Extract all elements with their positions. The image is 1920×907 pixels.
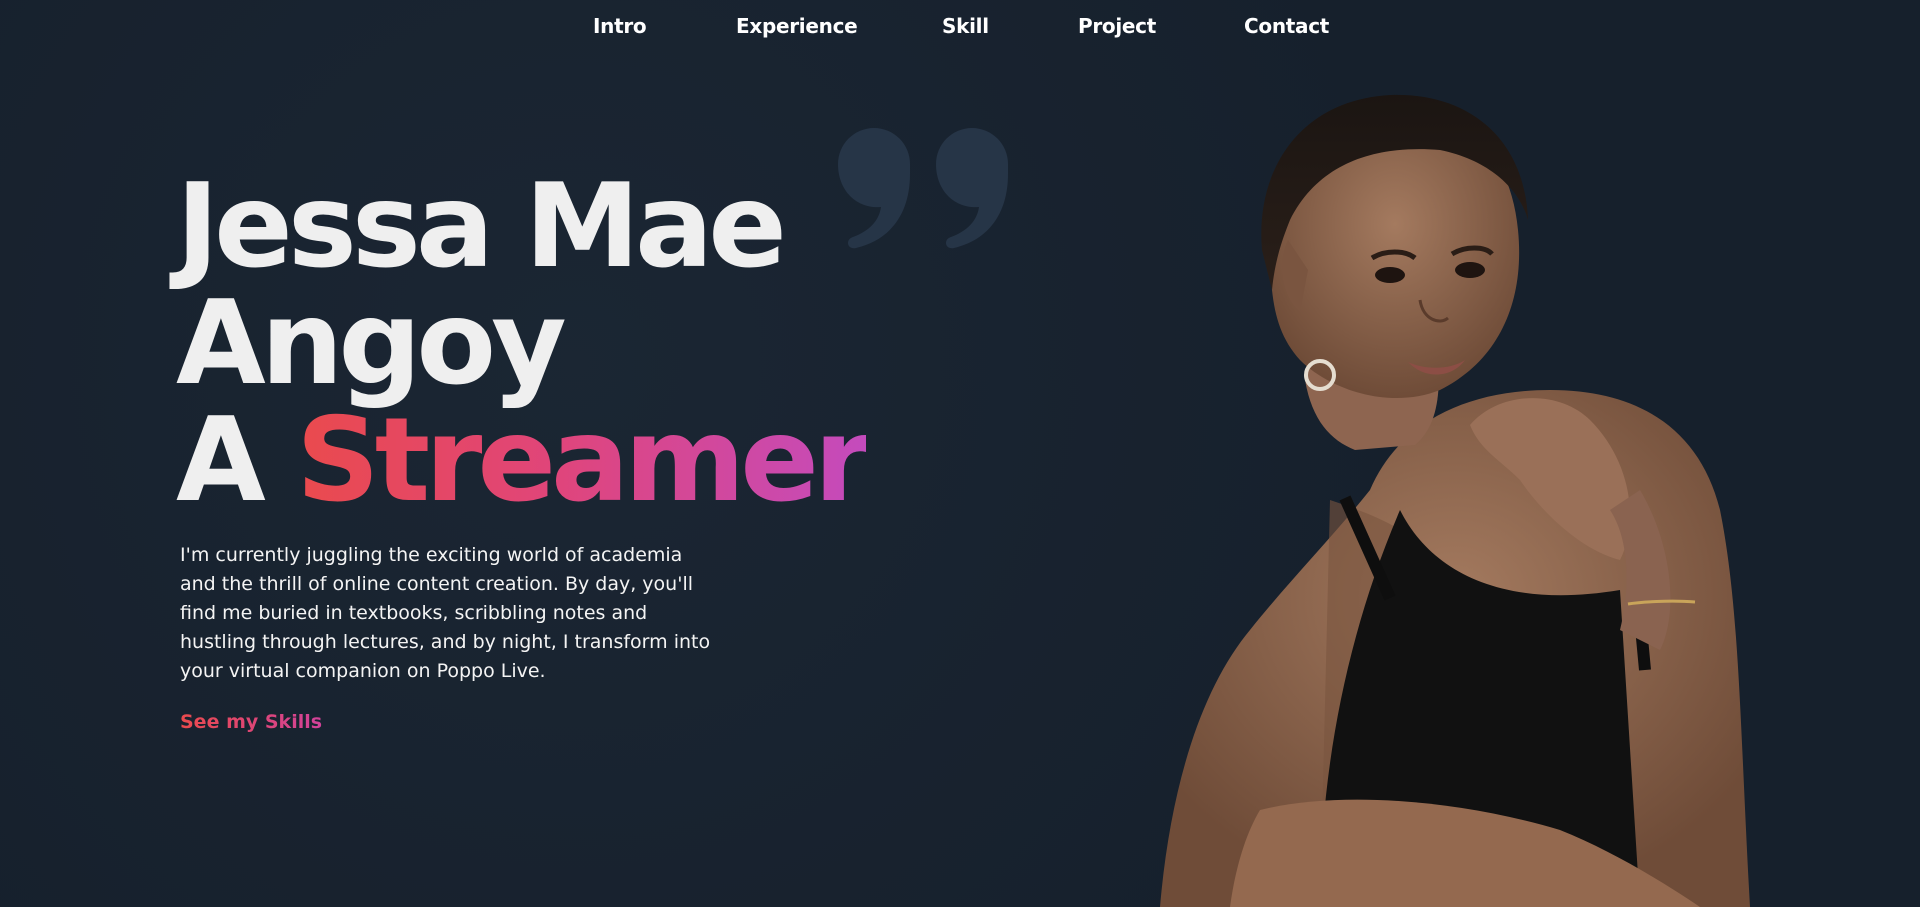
nav-experience[interactable]: Experience (736, 14, 858, 38)
hero-title-highlight: Streamer (296, 393, 871, 528)
hero-title: Jessa Mae Angoy A Streamer (176, 159, 871, 519)
hero-title-line3: A Streamer (176, 402, 871, 519)
see-skills-link[interactable]: See my Skills (180, 711, 322, 733)
hero-title-line1: Jessa Mae (176, 159, 787, 294)
page: Intro Experience Skill Project Contact J… (0, 0, 1920, 907)
portrait-image (1160, 94, 1750, 907)
top-nav: Intro Experience Skill Project Contact (0, 0, 1920, 54)
nav-contact[interactable]: Contact (1244, 14, 1329, 38)
hero-title-prefix: A (176, 393, 297, 528)
hero-bio: I'm currently juggling the exciting worl… (180, 544, 711, 682)
nav-project[interactable]: Project (1078, 14, 1156, 38)
nav-skill[interactable]: Skill (942, 14, 989, 38)
hero-title-line2: Angoy (176, 276, 567, 411)
nav-intro[interactable]: Intro (593, 14, 647, 38)
